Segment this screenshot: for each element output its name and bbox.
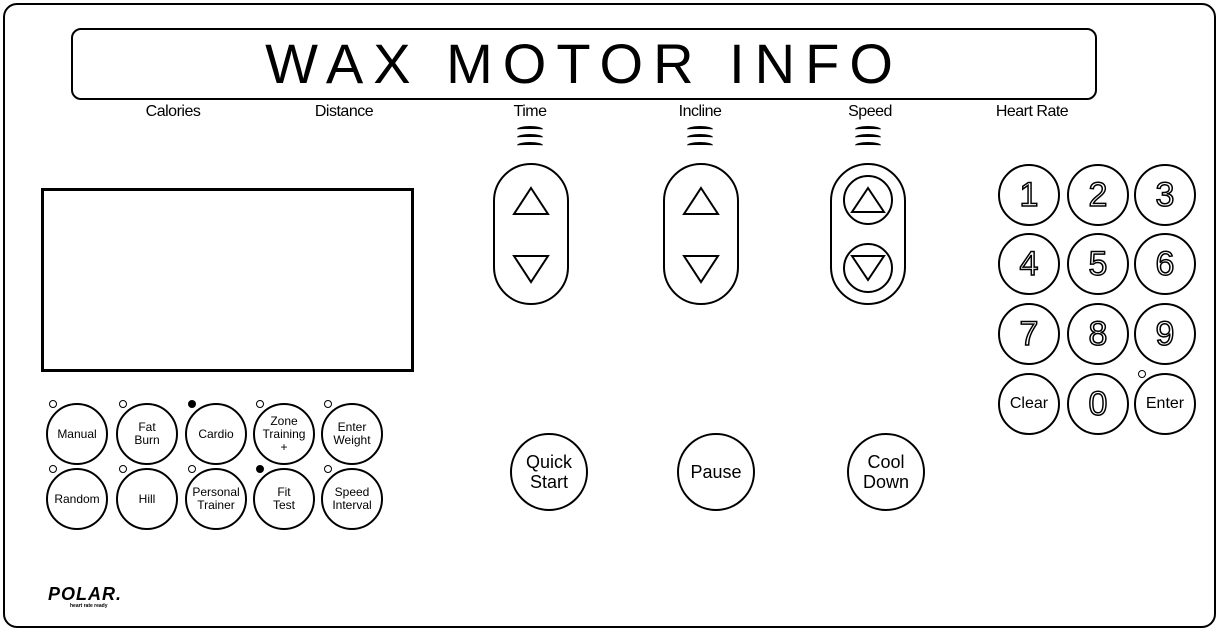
enter-weight-label: Enter: [337, 420, 367, 434]
message-text: WAX MOTOR INFO: [265, 32, 903, 95]
cool-down-label-2: Down: [862, 472, 910, 492]
profile-display-window: [41, 188, 414, 372]
speed-adjust-group: [830, 163, 906, 305]
program-random-button[interactable]: Random: [46, 468, 108, 530]
incline-adjust-group: [663, 163, 739, 305]
label-incline: Incline: [678, 103, 722, 120]
keypad-3-label: 3: [1155, 175, 1175, 215]
program-hill-button[interactable]: Hill: [116, 468, 178, 530]
speed-interval-led-icon: [324, 465, 332, 473]
program-fit-test-label-2: Test: [272, 498, 295, 512]
enter-led-icon: [1138, 370, 1146, 378]
triangle-down-icon: [682, 255, 720, 284]
program-personal-trainer-label: Personal: [192, 485, 240, 499]
program-random-label: Random: [54, 491, 100, 506]
triangle-up-icon: [682, 186, 720, 215]
keypad-7-button[interactable]: 7: [998, 303, 1060, 365]
message-display: WAX MOTOR INFO: [71, 28, 1097, 100]
keypad-6-button[interactable]: 6: [1134, 233, 1196, 295]
keypad-enter-label: Enter: [1145, 395, 1185, 412]
personal-trainer-led-icon: [188, 465, 196, 473]
keypad-8-button[interactable]: 8: [1067, 303, 1129, 365]
quick-start-label: Quick: [525, 452, 572, 472]
keypad-0-button[interactable]: 0: [1067, 373, 1129, 435]
triangle-up-icon: [850, 186, 886, 213]
fat-burn-led-icon: [119, 400, 127, 408]
keypad-1-label: 1: [1019, 175, 1039, 215]
keypad-2-label: 2: [1088, 175, 1108, 215]
manual-led-icon: [49, 400, 57, 408]
enter-weight-label-2: Weight: [333, 433, 371, 447]
triangle-up-icon: [512, 186, 550, 215]
speed-level-bars-icon: [855, 126, 881, 150]
zone-training-led-icon: [256, 400, 264, 408]
time-down-button[interactable]: [509, 247, 553, 291]
keypad-clear-button[interactable]: Clear: [998, 373, 1060, 435]
program-personal-trainer-button[interactable]: Personal Trainer: [185, 468, 247, 530]
keypad-1-button[interactable]: 1: [998, 164, 1060, 226]
keypad-enter-button[interactable]: Enter: [1134, 373, 1196, 435]
polar-logo: POLAR. heart rate ready: [48, 584, 122, 609]
label-time: Time: [513, 103, 547, 120]
incline-up-button[interactable]: [679, 179, 723, 223]
program-fit-test-label: Fit: [277, 485, 291, 499]
pause-label: Pause: [690, 462, 742, 482]
enter-weight-button[interactable]: Enter Weight: [321, 403, 383, 465]
keypad-clear-label: Clear: [1009, 395, 1049, 412]
keypad-4-button[interactable]: 4: [998, 233, 1060, 295]
keypad-9-label: 9: [1155, 314, 1175, 354]
keypad-7-label: 7: [1019, 314, 1039, 354]
time-adjust-group: [493, 163, 569, 305]
program-personal-trainer-label-2: Trainer: [197, 498, 235, 512]
time-level-bars-icon: [517, 126, 543, 150]
keypad-5-label: 5: [1088, 244, 1108, 284]
program-fat-burn-button[interactable]: Fat Burn: [116, 403, 178, 465]
triangle-down-icon: [850, 255, 886, 282]
keypad-8-label: 8: [1088, 314, 1108, 354]
label-heart-rate: Heart Rate: [995, 103, 1069, 120]
program-zone-training-button[interactable]: Zone Training +: [253, 403, 315, 465]
cardio-led-icon: [188, 400, 196, 408]
quick-start-label-2: Start: [529, 472, 568, 492]
program-fat-burn-label-2: Burn: [134, 433, 160, 447]
program-zone-training-plus: +: [280, 439, 288, 454]
program-cardio-button[interactable]: Cardio: [185, 403, 247, 465]
triangle-down-icon: [512, 255, 550, 284]
keypad-0-label: 0: [1088, 384, 1108, 424]
program-hill-label: Hill: [138, 491, 156, 506]
program-speed-interval-label-2: Interval: [332, 498, 372, 512]
keypad-5-button[interactable]: 5: [1067, 233, 1129, 295]
cool-down-label: Cool: [867, 452, 905, 472]
keypad-2-button[interactable]: 2: [1067, 164, 1129, 226]
program-zone-training-label: Zone: [270, 413, 298, 428]
label-distance: Distance: [314, 103, 374, 120]
label-speed: Speed: [848, 103, 892, 120]
quick-start-button[interactable]: Quick Start: [510, 433, 588, 511]
random-led-icon: [49, 465, 57, 473]
program-cardio-label: Cardio: [198, 426, 234, 441]
program-speed-interval-button[interactable]: Speed Interval: [321, 468, 383, 530]
program-speed-interval-label: Speed: [334, 485, 370, 499]
label-calories: Calories: [145, 103, 201, 120]
keypad-3-button[interactable]: 3: [1134, 164, 1196, 226]
incline-down-button[interactable]: [679, 247, 723, 291]
program-fit-test-button[interactable]: Fit Test: [253, 468, 315, 530]
program-manual-label: Manual: [57, 426, 97, 441]
pause-button[interactable]: Pause: [677, 433, 755, 511]
fit-test-led-icon: [256, 465, 264, 473]
time-up-button[interactable]: [509, 179, 553, 223]
keypad-4-label: 4: [1019, 244, 1039, 284]
hill-led-icon: [119, 465, 127, 473]
speed-up-button[interactable]: [843, 175, 893, 225]
keypad-6-label: 6: [1155, 244, 1175, 284]
cool-down-button[interactable]: Cool Down: [847, 433, 925, 511]
program-fat-burn-label: Fat: [138, 420, 156, 434]
incline-level-bars-icon: [687, 126, 713, 150]
keypad-9-button[interactable]: 9: [1134, 303, 1196, 365]
program-zone-training-label-2: Training: [262, 426, 306, 441]
program-manual-button[interactable]: Manual: [46, 403, 108, 465]
enter-weight-led-icon: [324, 400, 332, 408]
speed-down-button[interactable]: [843, 243, 893, 293]
polar-logo-text: POLAR.: [48, 584, 123, 604]
